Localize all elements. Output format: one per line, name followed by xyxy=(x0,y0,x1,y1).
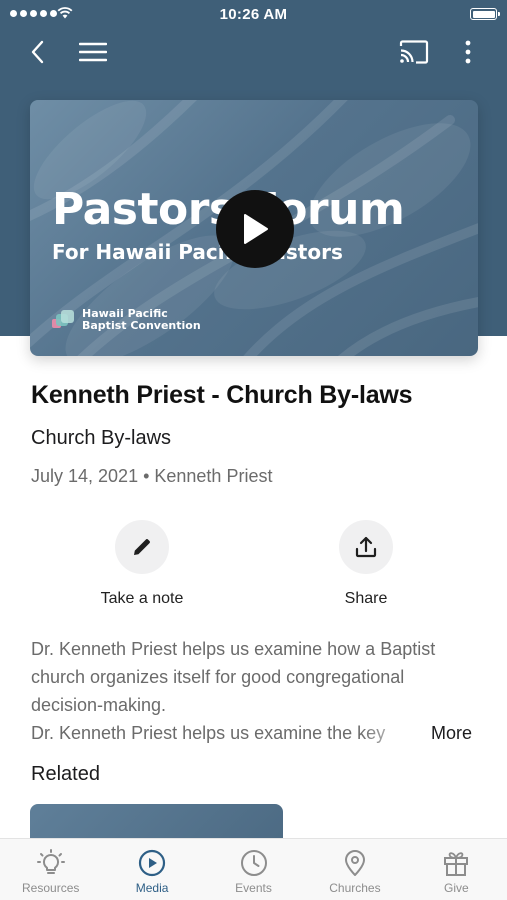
play-button[interactable] xyxy=(216,190,294,268)
take-a-note-button[interactable]: Take a note xyxy=(67,520,217,608)
convention-logo: Hawaii Pacific Baptist Convention xyxy=(52,308,201,332)
clock-icon xyxy=(240,850,267,876)
tab-resources-label: Resources xyxy=(22,881,80,895)
hamburger-menu-icon xyxy=(79,42,107,62)
share-button[interactable]: Share xyxy=(291,520,441,608)
back-button[interactable] xyxy=(22,36,54,68)
share-icon xyxy=(355,536,377,558)
cast-icon xyxy=(399,40,429,64)
battery-icon xyxy=(470,8,500,20)
chevron-left-icon xyxy=(31,40,44,64)
more-options-button[interactable] xyxy=(456,36,480,68)
more-button[interactable]: More xyxy=(431,719,472,747)
media-date-speaker: July 14, 2021 • Kenneth Priest xyxy=(31,466,273,486)
cast-button[interactable] xyxy=(396,36,432,68)
convention-logo-icon xyxy=(52,310,74,328)
status-bar: 10:26 AM xyxy=(0,0,507,28)
status-time: 10:26 AM xyxy=(219,6,288,23)
share-circle xyxy=(339,520,393,574)
tab-give-label: Give xyxy=(443,881,469,895)
tab-churches-label: Churches xyxy=(329,881,381,895)
tab-media[interactable]: Media xyxy=(101,839,202,900)
play-circle-icon xyxy=(139,849,166,877)
tab-churches[interactable]: Churches xyxy=(304,839,405,900)
media-subtitle: Church By-laws xyxy=(31,427,172,449)
tab-give[interactable]: Give xyxy=(406,839,507,900)
tab-media-label: Media xyxy=(135,881,169,895)
menu-button[interactable] xyxy=(76,38,110,66)
description-text: Dr. Kenneth Priest helps us examine how … xyxy=(31,639,436,715)
take-a-note-label: Take a note xyxy=(100,590,184,607)
tab-resources[interactable]: Resources xyxy=(0,839,101,900)
gift-icon xyxy=(444,852,469,876)
map-pin-icon xyxy=(344,850,365,876)
pencil-icon xyxy=(134,539,150,555)
share-label: Share xyxy=(344,590,388,607)
tab-events[interactable]: Events xyxy=(203,839,304,900)
description-fade xyxy=(360,719,428,747)
lightbulb-icon xyxy=(36,849,65,874)
related-heading: Related xyxy=(31,763,100,785)
logo-line-2: Baptist Convention xyxy=(82,319,201,332)
take-a-note-circle xyxy=(115,520,169,574)
video-thumbnail[interactable]: Pastors Forum For Hawaii Pacific Pastors… xyxy=(30,100,478,356)
play-icon xyxy=(244,214,268,244)
hero-subtitle: For Hawaii Pacific Pastors xyxy=(52,240,343,264)
more-vertical-icon xyxy=(465,40,471,64)
media-title: Kenneth Priest - Church By-laws xyxy=(31,381,413,409)
tab-events-label: Events xyxy=(235,881,272,895)
tab-bar: Resources Media Events Churches Give xyxy=(0,838,507,900)
